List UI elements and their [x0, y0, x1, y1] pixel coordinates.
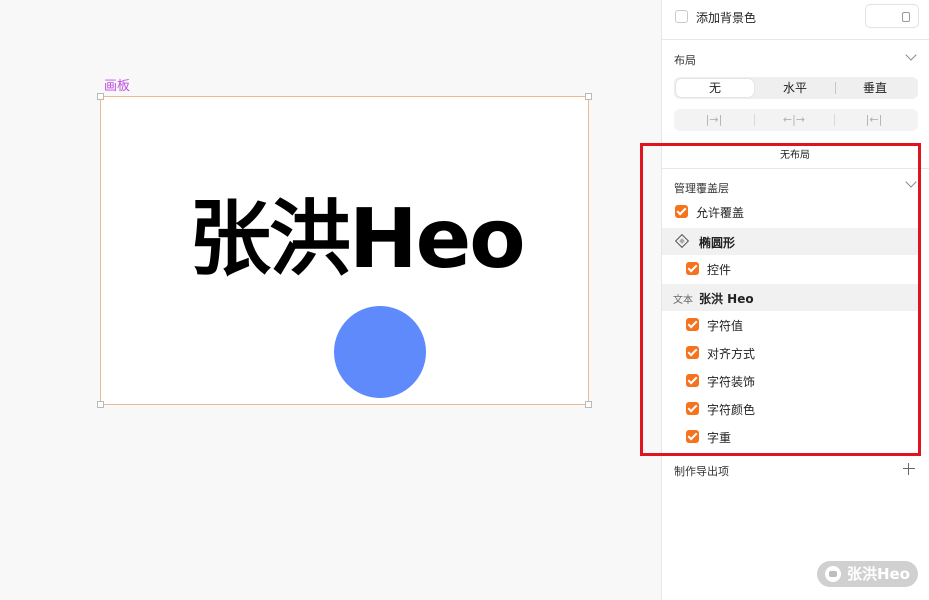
layer-name-text: 张洪 Heo	[699, 292, 754, 306]
add-background-checkbox[interactable]	[675, 10, 688, 23]
inspector-panel: 添加背景色 布局 无 水平 垂直 |→| ←|→ |←| 无布局 管理覆盖层 允…	[640, 0, 929, 600]
artboard-label[interactable]: 画板	[104, 75, 130, 94]
export-section-title: 制作导出项	[674, 465, 729, 478]
layout-section-title: 布局	[674, 54, 696, 67]
allow-override-checkbox[interactable]	[675, 205, 688, 218]
override-checkbox-color[interactable]	[686, 402, 699, 415]
override-checkbox-decoration[interactable]	[686, 374, 699, 387]
override-label-weight: 字重	[707, 431, 732, 445]
override-checkbox-string-value[interactable]	[686, 318, 699, 331]
divider	[662, 168, 929, 169]
override-label-color: 字符颜色	[707, 403, 756, 417]
alignment-segmented-control: |→| ←|→ |←|	[674, 109, 918, 131]
override-label-control: 控件	[707, 263, 732, 277]
align-right-icon[interactable]: |←|	[834, 113, 914, 127]
text-layer-tag: 文本	[673, 295, 693, 306]
background-color-swatch[interactable]	[865, 4, 919, 28]
watermark-text: 张洪Heo	[846, 565, 910, 583]
app-window: 画板 张洪Heo 添加背景色 布局 无 水平 垂直 |→| ←|→ |←| 无布…	[0, 0, 929, 600]
layout-option-none[interactable]: 无	[676, 79, 754, 97]
layout-segmented-control: 无 水平 垂直	[674, 77, 918, 99]
override-label-alignment: 对齐方式	[707, 347, 756, 361]
override-checkbox-weight[interactable]	[686, 430, 699, 443]
layout-collapse-chevron-icon[interactable]	[905, 49, 917, 61]
canvas-area[interactable]: 画板 张洪Heo	[0, 0, 661, 600]
allow-override-label: 允许覆盖	[696, 206, 745, 220]
artboard[interactable]: 张洪Heo	[97, 93, 592, 408]
layer-name-ellipse: 椭圆形	[699, 236, 736, 250]
watermark-logo-icon	[824, 566, 841, 582]
watermark: 张洪Heo	[816, 561, 918, 587]
divider	[662, 39, 929, 40]
add-export-plus-icon[interactable]	[903, 463, 915, 475]
override-checkbox-alignment[interactable]	[686, 346, 699, 359]
resize-handle-top-left[interactable]	[97, 93, 104, 100]
layout-option-horizontal[interactable]: 水平	[756, 79, 834, 97]
align-center-icon[interactable]: ←|→	[754, 113, 834, 127]
override-checkbox-control[interactable]	[686, 262, 699, 275]
overrides-section-title: 管理覆盖层	[674, 182, 729, 195]
resize-handle-top-right[interactable]	[585, 93, 592, 100]
override-label-decoration: 字符装饰	[707, 375, 756, 389]
color-picker-icon	[902, 12, 910, 22]
resize-handle-bottom-right[interactable]	[585, 401, 592, 408]
ellipse-layer[interactable]	[334, 306, 426, 398]
resize-handle-bottom-left[interactable]	[97, 401, 104, 408]
layout-status-text: 无布局	[780, 150, 810, 161]
override-label-string-value: 字符值	[707, 319, 744, 333]
align-left-icon[interactable]: |→|	[674, 113, 754, 127]
overrides-collapse-chevron-icon[interactable]	[905, 176, 917, 188]
text-layer[interactable]: 张洪Heo	[189, 199, 526, 281]
layout-option-vertical[interactable]: 垂直	[836, 79, 914, 97]
add-background-label: 添加背景色	[696, 11, 757, 25]
